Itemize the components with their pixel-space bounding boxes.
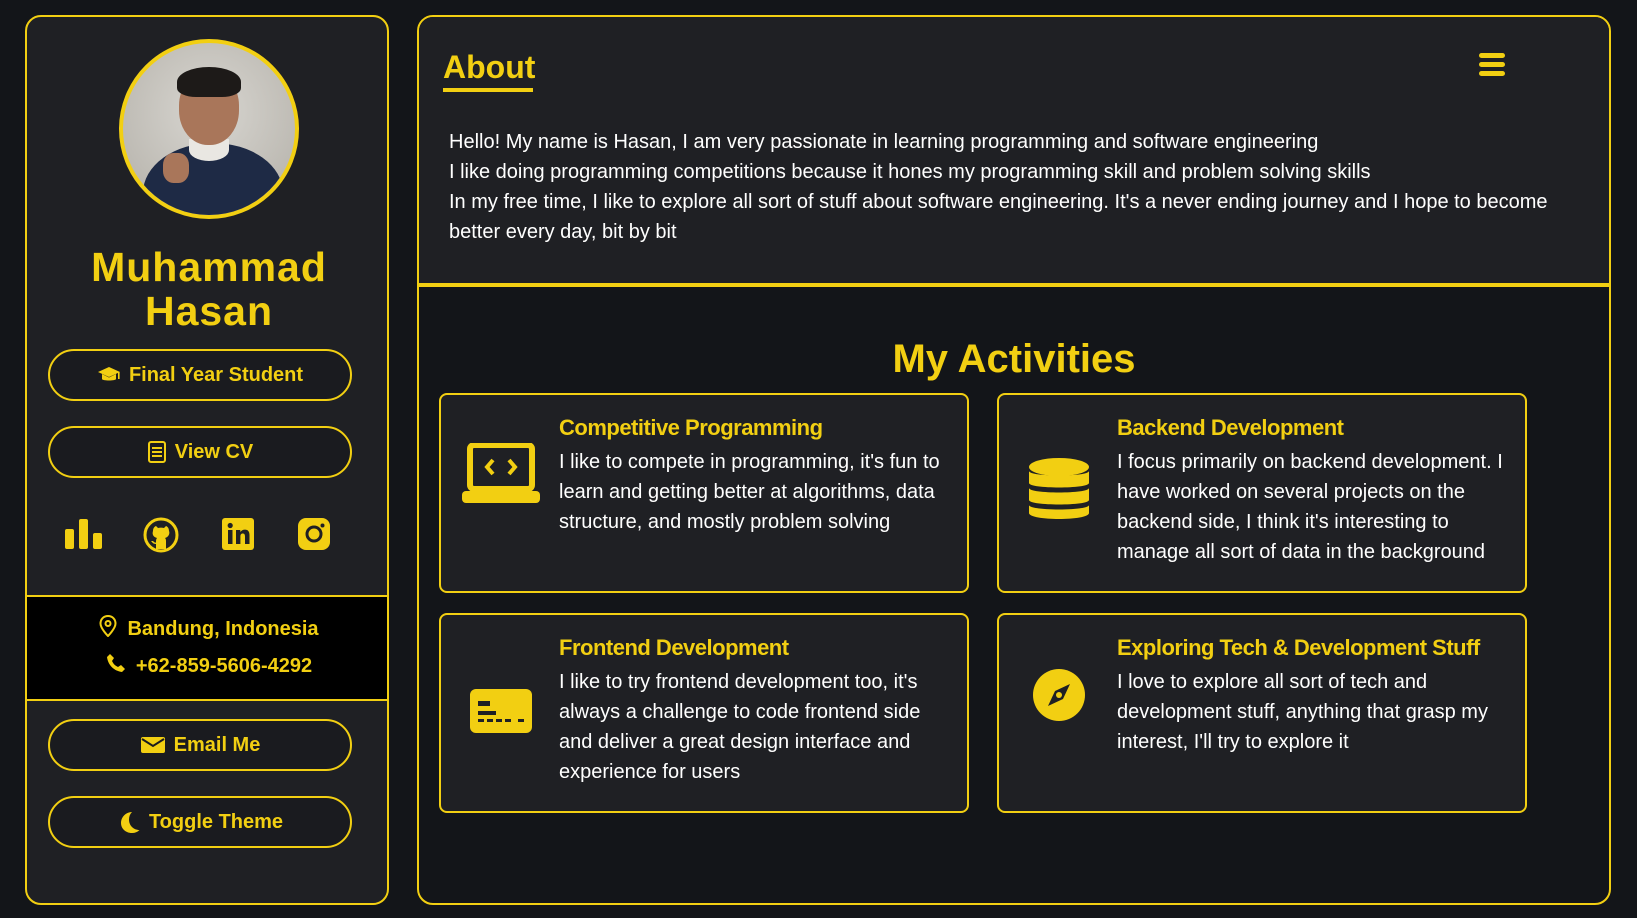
about-section: About Hello! My name is Hasan, I am very… [419,17,1609,287]
location-text: Bandung, Indonesia [127,617,319,640]
activity-card-exploring-tech: Exploring Tech & Development Stuff I lov… [997,613,1527,813]
map-pin-icon [99,614,117,643]
email-label: Email Me [173,733,261,756]
about-line: Hello! My name is Hasan, I am very passi… [449,131,1319,153]
activity-title: Backend Development [1117,415,1344,440]
main-content: About Hello! My name is Hasan, I am very… [417,15,1611,905]
phone-icon [106,653,126,679]
social-links [27,517,387,557]
activity-text: I love to explore all sort of tech and d… [1117,671,1488,753]
avatar-hair [177,67,241,97]
graduation-cap-icon [97,366,121,384]
hamburger-menu-icon[interactable] [1479,51,1507,79]
instagram-icon[interactable] [297,517,333,553]
moon-icon [117,810,141,834]
linkedin-icon[interactable] [221,517,257,553]
cv-label: View CV [174,440,254,463]
activity-card-backend-development: Backend Development I focus primarily on… [997,393,1527,593]
activity-title: Exploring Tech & Development Stuff [1117,635,1480,660]
database-icon [1019,449,1099,529]
avatar-thumb [163,153,189,183]
document-icon [147,441,167,463]
status-label: Final Year Student [128,363,304,386]
laptop-code-icon [461,435,541,515]
activities-title: My Activities [892,337,1136,381]
compass-icon [1019,655,1099,735]
contact-info: Bandung, Indonesia +62-859-5606-4292 [27,595,387,701]
activity-card-frontend-development: Frontend Development I like to try front… [439,613,969,813]
profile-name: Muhammad Hasan [91,244,327,334]
about-line: In my free time, I like to explore all s… [449,191,1548,243]
toggle-theme-button[interactable]: Toggle Theme [48,796,352,848]
activity-title: Frontend Development [559,635,789,660]
phone-text[interactable]: +62-859-5606-4292 [136,655,312,678]
about-title: About [443,49,536,85]
avatar [119,39,299,219]
about-underline [443,88,533,92]
profile-sidebar: Muhammad Hasan Final Year Student View C… [25,15,389,905]
location-row: Bandung, Indonesia [27,614,387,643]
activity-text: I focus primarily on backend development… [1117,451,1503,563]
view-cv-button[interactable]: View CV [48,426,352,478]
phone-row: +62-859-5606-4292 [27,653,387,679]
activity-text: I like to compete in programming, it's f… [559,451,940,533]
email-me-button[interactable]: Email Me [48,719,352,771]
about-text: Hello! My name is Hasan, I am very passi… [449,127,1569,247]
status-badge-button[interactable]: Final Year Student [48,349,352,401]
github-icon[interactable] [143,517,179,553]
activity-text: I like to try frontend development too, … [559,671,921,783]
envelope-icon [140,735,166,755]
activity-card-competitive-programming: Competitive Programming I like to compet… [439,393,969,593]
about-line: I like doing programming competitions be… [449,161,1371,183]
activity-title: Competitive Programming [559,415,823,440]
credit-card-icon [461,671,541,751]
stats-icon[interactable] [65,517,102,553]
theme-label: Toggle Theme [148,810,284,833]
